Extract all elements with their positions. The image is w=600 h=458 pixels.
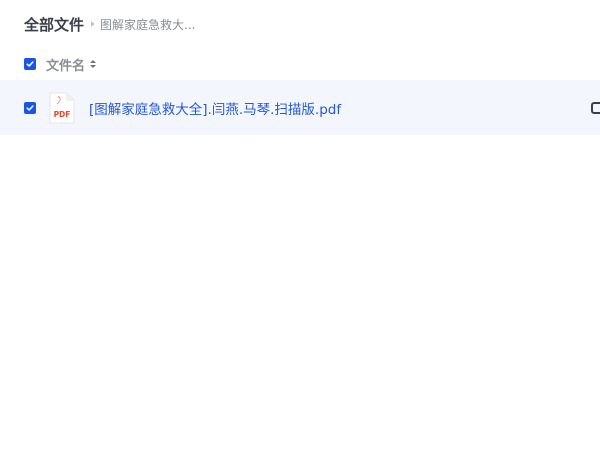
breadcrumb-separator-icon	[91, 21, 96, 27]
pdf-label: PDF	[54, 110, 71, 119]
file-name-link[interactable]: [图解家庭急救大全].闫燕.马琴.扫描版.pdf	[89, 98, 341, 118]
table-row[interactable]: PDF [图解家庭急救大全].闫燕.马琴.扫描版.pdf	[0, 80, 600, 135]
breadcrumb-current: 图解家庭急救大...	[100, 17, 196, 32]
sort-icon[interactable]	[90, 60, 97, 68]
breadcrumb-root[interactable]: 全部文件	[24, 14, 84, 35]
column-title-filename[interactable]: 文件名	[46, 55, 85, 74]
file-manager-page: 全部文件 图解家庭急救大... 文件名 PDF [图解家庭急救大全].闫燕.马琴…	[0, 0, 600, 458]
breadcrumb: 全部文件 图解家庭急救大...	[24, 12, 195, 36]
select-all-checkbox[interactable]	[24, 58, 36, 70]
share-icon[interactable]	[591, 102, 600, 114]
list-header: 文件名	[0, 50, 600, 78]
row-checkbox[interactable]	[24, 101, 36, 114]
checkmark-icon	[26, 61, 34, 67]
pdf-file-icon: PDF	[49, 92, 75, 123]
sort-up-icon	[90, 60, 97, 63]
checkmark-icon	[26, 104, 34, 111]
sort-down-icon	[90, 65, 97, 68]
